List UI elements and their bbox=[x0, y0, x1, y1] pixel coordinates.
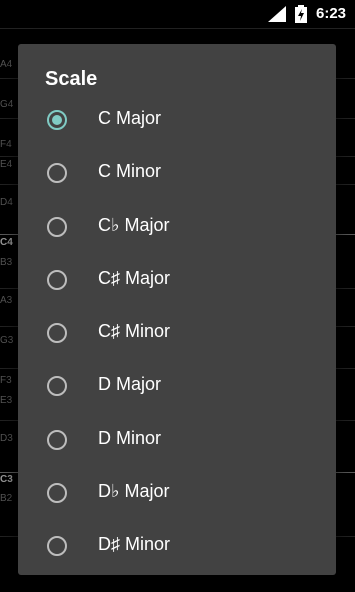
radio-button-icon[interactable] bbox=[47, 429, 67, 450]
note-label: F4 bbox=[0, 139, 12, 150]
radio-button-icon[interactable] bbox=[47, 323, 67, 344]
scale-option[interactable]: C♭ Major bbox=[18, 202, 336, 255]
scale-option-label: C Major bbox=[98, 108, 162, 128]
note-label: E4 bbox=[0, 159, 13, 170]
dialog-title: Scale bbox=[45, 68, 98, 90]
note-label: E3 bbox=[0, 395, 13, 406]
note-label: A3 bbox=[0, 295, 13, 306]
scale-option-label: D♯ Minor bbox=[98, 534, 171, 555]
scale-option[interactable]: D♯ Minor bbox=[18, 521, 336, 574]
scale-option-label: C♯ Major bbox=[98, 267, 171, 288]
note-label: D3 bbox=[0, 433, 13, 444]
note-label: D4 bbox=[0, 197, 13, 208]
radio-button-icon[interactable] bbox=[47, 163, 67, 184]
note-label: G4 bbox=[0, 99, 14, 110]
note-label: G3 bbox=[0, 335, 14, 346]
radio-button-icon[interactable] bbox=[47, 483, 67, 504]
scale-option[interactable]: C♯ Minor bbox=[18, 308, 336, 361]
note-label: B3 bbox=[0, 257, 13, 268]
radio-dot-icon bbox=[52, 115, 62, 125]
scale-option[interactable]: D Minor bbox=[18, 415, 336, 468]
status-time: 6:23 bbox=[316, 5, 347, 22]
scale-option[interactable]: D Major bbox=[18, 361, 336, 414]
scale-option-label: D Minor bbox=[98, 427, 162, 448]
status-bar: 6:23 bbox=[0, 0, 355, 28]
scale-option-label: D♭ Major bbox=[98, 481, 170, 502]
radio-button-icon[interactable] bbox=[47, 269, 67, 290]
battery-charging-icon bbox=[295, 5, 307, 23]
scale-option[interactable]: D♭ Major bbox=[18, 468, 336, 521]
note-label: A4 bbox=[0, 59, 13, 70]
note-label: B2 bbox=[0, 493, 13, 504]
scale-dialog: Scale C Major C Minor C♭ Major C♯ Major … bbox=[18, 44, 336, 575]
scale-option-label: C Minor bbox=[98, 161, 162, 182]
scale-option[interactable]: C Major bbox=[18, 95, 336, 148]
scale-option[interactable]: C Minor bbox=[18, 148, 336, 201]
note-label-octave: C3 bbox=[0, 474, 13, 485]
scale-option[interactable]: C♯ Major bbox=[18, 255, 336, 308]
scale-option-label: C♭ Major bbox=[98, 214, 170, 235]
note-label: F3 bbox=[0, 375, 12, 386]
radio-button-icon[interactable] bbox=[47, 536, 67, 557]
roll-line bbox=[0, 28, 355, 29]
scale-list: C Major C Minor C♭ Major C♯ Major C♯ Min… bbox=[18, 95, 336, 575]
radio-button-icon[interactable] bbox=[47, 216, 67, 237]
radio-button-icon[interactable] bbox=[47, 376, 67, 397]
signal-icon bbox=[268, 6, 286, 22]
radio-button-checked-icon[interactable] bbox=[47, 110, 67, 130]
note-label-octave: C4 bbox=[0, 237, 13, 248]
scale-option-label: C♯ Minor bbox=[98, 321, 171, 342]
scale-option-label: D Major bbox=[98, 374, 162, 395]
